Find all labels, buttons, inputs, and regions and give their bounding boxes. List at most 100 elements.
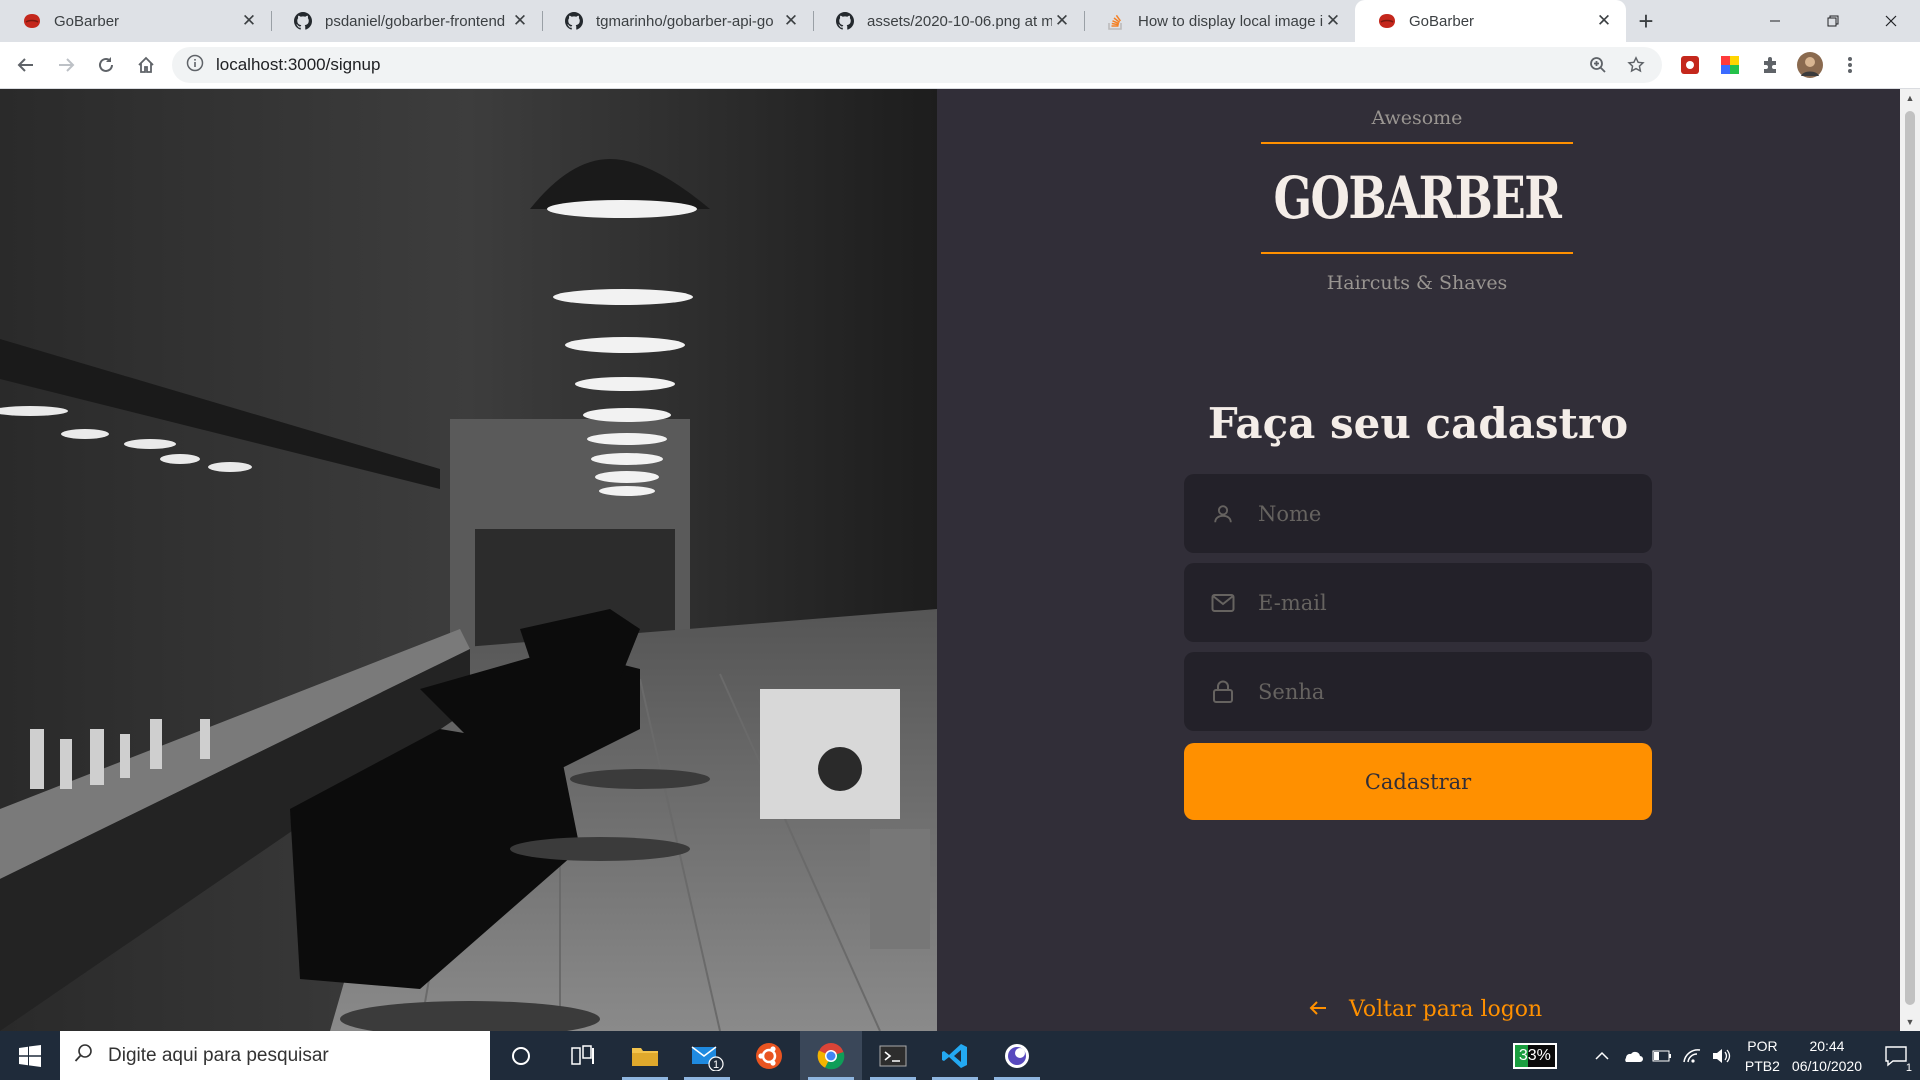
browser-tab[interactable]: How to display local image in ✕ bbox=[1084, 0, 1355, 42]
page-viewport: Awesome GOBARBER Haircuts & Shaves Faça … bbox=[0, 89, 1900, 1031]
clock-date: 06/10/2020 bbox=[1791, 1057, 1862, 1074]
extensions-puzzle-icon[interactable] bbox=[1750, 45, 1790, 85]
browser-tab-active[interactable]: GoBarber ✕ bbox=[1355, 0, 1626, 42]
mail-app-icon[interactable]: 1 bbox=[676, 1031, 738, 1080]
gobarber-favicon-icon bbox=[1377, 11, 1397, 31]
onedrive-icon[interactable] bbox=[1618, 1042, 1646, 1070]
close-icon[interactable]: ✕ bbox=[510, 11, 530, 31]
email-placeholder: E-mail bbox=[1258, 590, 1327, 615]
mail-badge: 1 bbox=[713, 1059, 720, 1071]
vscode-icon[interactable] bbox=[924, 1031, 986, 1080]
browser-tab[interactable]: GoBarber ✕ bbox=[0, 0, 271, 42]
logo-tagline-bottom: Haircuts & Shaves bbox=[1326, 272, 1508, 294]
github-icon bbox=[564, 11, 584, 31]
browser-tab-strip: GoBarber ✕ psdaniel/gobarber-frontend ✕ … bbox=[0, 0, 1920, 42]
notification-center-icon[interactable]: 1 bbox=[1872, 1031, 1920, 1080]
name-input[interactable]: Nome bbox=[1184, 474, 1652, 553]
scroll-up-icon[interactable]: ▲ bbox=[1900, 89, 1920, 107]
ubuntu-icon[interactable] bbox=[738, 1031, 800, 1080]
zoom-icon[interactable] bbox=[1584, 51, 1612, 79]
github-icon bbox=[293, 11, 313, 31]
close-icon[interactable]: ✕ bbox=[1323, 11, 1343, 31]
tab-title: GoBarber bbox=[1409, 12, 1475, 30]
github-icon bbox=[835, 11, 855, 31]
mail-icon bbox=[1210, 590, 1236, 616]
scroll-thumb[interactable] bbox=[1905, 111, 1915, 1005]
chrome-icon[interactable] bbox=[800, 1031, 862, 1080]
name-placeholder: Nome bbox=[1258, 501, 1322, 526]
minimize-icon[interactable] bbox=[1746, 0, 1804, 42]
address-bar[interactable]: localhost:3000/signup bbox=[172, 47, 1662, 83]
forward-arrow-icon[interactable] bbox=[46, 45, 86, 85]
search-icon bbox=[74, 1043, 94, 1069]
clock-time: 20:44 bbox=[1809, 1037, 1845, 1054]
wifi-icon[interactable] bbox=[1678, 1042, 1706, 1070]
close-icon[interactable]: ✕ bbox=[239, 11, 259, 31]
terminal-icon[interactable] bbox=[862, 1031, 924, 1080]
scroll-down-icon[interactable]: ▼ bbox=[1900, 1013, 1920, 1031]
home-icon[interactable] bbox=[126, 45, 166, 85]
restore-icon[interactable] bbox=[1804, 0, 1862, 42]
logo-tagline-top: Awesome bbox=[1371, 107, 1463, 129]
new-tab-button[interactable]: + bbox=[1626, 0, 1666, 42]
browser-tab[interactable]: tgmarinho/gobarber-api-go ✕ bbox=[542, 0, 813, 42]
reload-icon[interactable] bbox=[86, 45, 126, 85]
bookmark-star-icon[interactable] bbox=[1622, 51, 1650, 79]
extension-color-icon[interactable] bbox=[1710, 45, 1750, 85]
close-window-icon[interactable] bbox=[1862, 0, 1920, 42]
close-icon[interactable]: ✕ bbox=[1594, 11, 1614, 31]
system-clock[interactable]: 20:44 06/10/2020 bbox=[1792, 1036, 1862, 1076]
info-icon[interactable] bbox=[186, 54, 204, 77]
tab-title: psdaniel/gobarber-frontend bbox=[325, 12, 506, 30]
window-controls bbox=[1746, 0, 1920, 42]
language-code: POR bbox=[1747, 1037, 1778, 1054]
url-text[interactable]: localhost:3000/signup bbox=[216, 55, 1574, 75]
logo-wordmark: GOBARBER bbox=[1257, 144, 1577, 252]
email-input[interactable]: E-mail bbox=[1184, 563, 1652, 642]
submit-button[interactable]: Cadastrar bbox=[1184, 743, 1652, 820]
browser-toolbar: localhost:3000/signup bbox=[0, 42, 1920, 89]
signup-panel: Awesome GOBARBER Haircuts & Shaves Faça … bbox=[937, 89, 1900, 1031]
barbershop-background-image bbox=[0, 89, 937, 1031]
close-icon[interactable]: ✕ bbox=[1052, 11, 1072, 31]
windows-start-icon[interactable] bbox=[0, 1031, 60, 1080]
extension-red-icon[interactable] bbox=[1670, 45, 1710, 85]
user-icon bbox=[1210, 501, 1236, 527]
tab-title: tgmarinho/gobarber-api-go bbox=[596, 12, 774, 30]
chevron-up-icon[interactable] bbox=[1588, 1042, 1616, 1070]
battery-icon[interactable] bbox=[1648, 1042, 1676, 1070]
password-input[interactable]: Senha bbox=[1184, 652, 1652, 731]
page-scrollbar[interactable]: ▲ ▼ bbox=[1900, 89, 1920, 1031]
close-icon[interactable]: ✕ bbox=[781, 11, 801, 31]
file-explorer-icon[interactable] bbox=[614, 1031, 676, 1080]
battery-percent: 33% bbox=[1518, 1046, 1551, 1064]
battery-indicator[interactable]: 33% bbox=[1512, 1042, 1557, 1069]
tab-title: How to display local image in bbox=[1138, 12, 1323, 30]
gobarber-logo: Awesome GOBARBER Haircuts & Shaves bbox=[1257, 89, 1577, 294]
profile-avatar[interactable] bbox=[1790, 45, 1830, 85]
more-menu-icon[interactable] bbox=[1830, 45, 1870, 85]
tab-title: assets/2020-10-06.png at ma bbox=[867, 12, 1052, 30]
task-view-icon[interactable] bbox=[552, 1031, 614, 1080]
language-indicator[interactable]: POR PTB2 bbox=[1745, 1036, 1780, 1076]
insomnia-icon[interactable] bbox=[986, 1031, 1048, 1080]
logo-main-text: GOBARBER bbox=[1273, 164, 1562, 232]
browser-tab[interactable]: assets/2020-10-06.png at ma ✕ bbox=[813, 0, 1084, 42]
system-tray: 33% POR PTB2 20:44 06/10/2020 1 bbox=[1512, 1031, 1920, 1080]
windows-taskbar: Digite aqui para pesquisar 1 33% POR PTB… bbox=[0, 1031, 1920, 1080]
volume-icon[interactable] bbox=[1708, 1042, 1736, 1070]
taskbar-search-box[interactable]: Digite aqui para pesquisar bbox=[60, 1031, 490, 1080]
back-link-label: Voltar para logon bbox=[1349, 997, 1543, 1022]
password-placeholder: Senha bbox=[1258, 679, 1325, 704]
back-to-logon-link[interactable]: Voltar para logon bbox=[1309, 997, 1542, 1022]
browser-tab[interactable]: psdaniel/gobarber-frontend ✕ bbox=[271, 0, 542, 42]
signup-form: Faça seu cadastro Nome E-mail Senha Cada… bbox=[1184, 399, 1652, 820]
notification-count: 1 bbox=[1905, 1062, 1912, 1074]
cortana-icon[interactable] bbox=[490, 1031, 552, 1080]
logo-divider bbox=[1261, 252, 1573, 254]
form-title: Faça seu cadastro bbox=[1207, 399, 1629, 448]
keyboard-layout: PTB2 bbox=[1744, 1057, 1780, 1074]
stackoverflow-icon bbox=[1106, 11, 1126, 31]
arrow-left-icon bbox=[1309, 997, 1327, 1022]
back-arrow-icon[interactable] bbox=[6, 45, 46, 85]
